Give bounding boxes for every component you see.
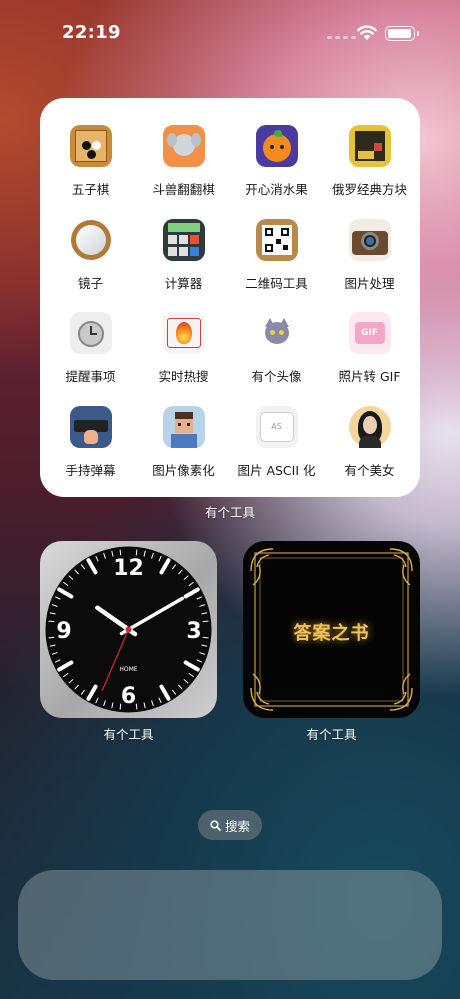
app-handheld-danmaku[interactable]: 手持弹幕 (43, 379, 138, 478)
app-grid: 五子棋 斗兽翻翻棋 开心消水果 俄罗经典方块镜子 计算器 二维码工具 图片处理提醒事项 实时热… (40, 98, 420, 497)
search-icon (210, 819, 221, 831)
app-elephant-chess[interactable]: 斗兽翻翻棋 (136, 98, 231, 197)
app-label: 图片像素化 (152, 462, 215, 478)
beauty-portrait-icon (348, 405, 391, 448)
numeral-9: 9 (56, 619, 71, 644)
status-time: 22:19 (62, 22, 121, 43)
dock (18, 870, 442, 980)
search-label: 搜索 (224, 818, 250, 834)
gif-icon: GIF (348, 312, 391, 354)
minute-marker (48, 620, 55, 623)
calculator-icon (162, 218, 205, 261)
app-gomoku[interactable]: 五子棋 (43, 98, 138, 197)
clock-brand: HOME (119, 666, 137, 673)
app-camera[interactable]: 图片处理 (322, 192, 417, 291)
minute-marker (135, 549, 138, 556)
minute-marker (135, 703, 138, 710)
clock-widget[interactable]: 12 3 6 9 HOME (40, 541, 217, 718)
wifi-icon (357, 25, 377, 40)
app-gif[interactable]: GIF 照片转 GIF (322, 285, 417, 384)
app-mirror[interactable]: 镜子 (43, 192, 138, 291)
app-alarm-clock[interactable]: 提醒事项 (43, 285, 138, 384)
app-ascii[interactable]: AS 图片 ASCII 化 (229, 379, 324, 478)
app-tetris[interactable]: 俄罗经典方块 (322, 98, 417, 197)
app-beauty-portrait[interactable]: 有个美女 (322, 379, 417, 478)
minute-marker (48, 636, 55, 639)
cat-avatar-icon (255, 312, 298, 354)
app-qr-code[interactable]: 二维码工具 (229, 192, 324, 291)
book-widget-caption: 有个工具 (306, 727, 357, 742)
battery-icon (385, 26, 419, 41)
ascii-icon: AS (255, 405, 298, 448)
camera-icon (348, 218, 391, 261)
app-pixel-portrait[interactable]: 图片像素化 (136, 379, 231, 478)
numeral-12: 12 (113, 556, 144, 581)
app-fire-trending[interactable]: 实时热搜 (136, 285, 231, 384)
tools-widget-caption: 有个工具 (204, 505, 255, 520)
app-cat-avatar[interactable]: 有个头像 (229, 285, 324, 384)
cellular-signal-icon (327, 36, 356, 39)
clock-widget-caption: 有个工具 (103, 727, 154, 742)
numeral-3: 3 (186, 619, 201, 644)
app-label: 有个美女 (344, 462, 395, 478)
orange-fruit-icon (255, 125, 298, 167)
minute-marker (202, 620, 209, 623)
elephant-chess-icon (162, 125, 205, 167)
gomoku-icon (69, 125, 112, 167)
app-label: 图片 ASCII 化 (237, 462, 316, 478)
book-title: 答案之书 (293, 623, 370, 644)
app-orange-fruit[interactable]: 开心消水果 (229, 98, 324, 197)
app-calculator[interactable]: 计算器 (136, 192, 231, 291)
analog-clock-face: 12 3 6 9 HOME (45, 546, 212, 713)
fire-trending-icon (162, 312, 205, 354)
numeral-6: 6 (121, 684, 136, 709)
book-of-answers-widget[interactable]: 答案之书 (243, 541, 420, 718)
minute-marker (202, 636, 209, 639)
spotlight-search-button[interactable]: 搜索 (198, 810, 262, 840)
qr-code-icon (255, 218, 298, 261)
pixel-portrait-icon (162, 405, 205, 448)
minute-marker (119, 549, 122, 556)
tools-widget[interactable]: 五子棋 斗兽翻翻棋 开心消水果 俄罗经典方块镜子 计算器 二维码工具 图片处理提醒事项 实时热… (40, 98, 420, 497)
app-label: 手持弹幕 (65, 462, 116, 478)
alarm-clock-icon (69, 312, 112, 354)
status-bar: 22:19 (0, 0, 460, 64)
tetris-icon (348, 125, 391, 167)
handheld-danmaku-icon (69, 405, 112, 448)
mirror-icon (70, 219, 112, 261)
